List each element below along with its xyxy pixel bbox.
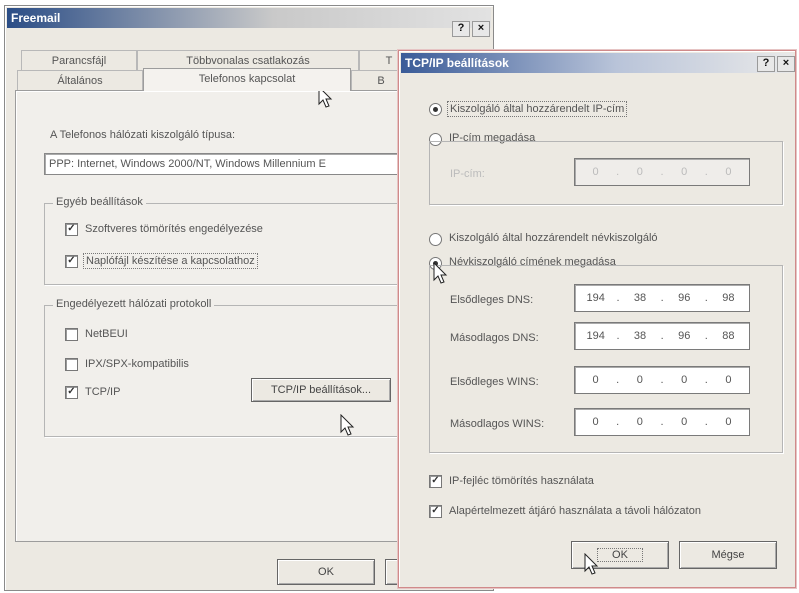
tcpip-label: TCP/IP (85, 386, 121, 398)
default-gateway-label: Alapértelmezett átjáró használata a távo… (449, 505, 701, 517)
default-gateway-checkbox[interactable]: ✓ (429, 505, 442, 518)
ip-address-group: IP-cím: 0. 0. 0. 0 (429, 141, 783, 205)
dns-assigned-label: Kiszolgáló által hozzárendelt névkiszolg… (449, 232, 658, 244)
tab-altalanos[interactable]: Általános (17, 70, 143, 90)
tcpip-checkbox[interactable]: ✓ (65, 386, 78, 399)
secondary-dns-label: Másodlagos DNS: (450, 332, 539, 344)
netbeui-checkbox[interactable] (65, 328, 78, 341)
secondary-wins-field[interactable]: 0. 0. 0. 0 (574, 408, 750, 436)
help-button[interactable]: ? (452, 21, 470, 37)
software-compression-label: Szoftveres tömörítés engedélyezése (85, 223, 263, 235)
tcpip-close-button[interactable]: × (777, 56, 795, 72)
ip-assigned-label: Kiszolgáló által hozzárendelt IP-cím (447, 101, 628, 117)
server-type-label: A Telefonos hálózati kiszolgáló típusa: (50, 129, 236, 141)
ok-button-main[interactable]: OK (277, 559, 375, 585)
freemail-titlebar[interactable]: Freemail (7, 8, 491, 28)
tcpip-cancel-button[interactable]: Mégse (679, 541, 777, 569)
ipx-label: IPX/SPX-kompatibilis (85, 358, 189, 370)
header-compression-checkbox[interactable]: ✓ (429, 475, 442, 488)
ip-address-label: IP-cím: (450, 168, 485, 180)
tcpip-settings-button[interactable]: TCP/IP beállítások... (251, 378, 391, 402)
ipx-checkbox[interactable] (65, 358, 78, 371)
ip-assigned-radio[interactable] (429, 103, 442, 116)
window-title: Freemail (11, 11, 61, 25)
other-settings-legend: Egyéb beállítások (53, 196, 146, 208)
secondary-dns-field[interactable]: 194. 38. 96. 88 (574, 322, 750, 350)
logfile-label: Naplófájl készítése a kapcsolathoz (83, 253, 258, 269)
ip-address-field[interactable]: 0. 0. 0. 0 (574, 158, 750, 186)
primary-wins-label: Elsődleges WINS: (450, 376, 539, 388)
tcpip-settings-dialog: TCP/IP beállítások ? × Kiszolgáló által … (398, 50, 796, 588)
netbeui-label: NetBEUI (85, 328, 128, 340)
header-compression-label: IP-fejléc tömörítés használata (449, 475, 594, 487)
dns-assigned-radio[interactable] (429, 233, 442, 246)
primary-dns-label: Elsődleges DNS: (450, 294, 534, 306)
tab-parancsfajl[interactable]: Parancsfájl (21, 50, 137, 70)
tab-telefonos-kapcsolat[interactable]: Telefonos kapcsolat (143, 68, 351, 91)
software-compression-checkbox[interactable]: ✓ (65, 223, 78, 236)
secondary-wins-label: Másodlagos WINS: (450, 418, 545, 430)
protocols-legend: Engedélyezett hálózati protokoll (53, 298, 215, 310)
mouse-pointer-icon (584, 553, 599, 575)
mouse-pointer-icon (433, 262, 448, 284)
close-button[interactable]: × (472, 21, 490, 37)
logfile-checkbox[interactable]: ✓ (65, 255, 78, 268)
primary-dns-field[interactable]: 194. 38. 96. 98 (574, 284, 750, 312)
tcpip-help-button[interactable]: ? (757, 56, 775, 72)
dns-wins-group: Elsődleges DNS: 194. 38. 96. 98 Másodlag… (429, 265, 783, 453)
mouse-pointer-icon (340, 414, 355, 436)
tcpip-window-title: TCP/IP beállítások (405, 56, 509, 70)
tab-tobbvonalas[interactable]: Többvonalas csatlakozás (137, 50, 359, 70)
primary-wins-field[interactable]: 0. 0. 0. 0 (574, 366, 750, 394)
tcpip-titlebar[interactable]: TCP/IP beállítások (401, 53, 793, 73)
